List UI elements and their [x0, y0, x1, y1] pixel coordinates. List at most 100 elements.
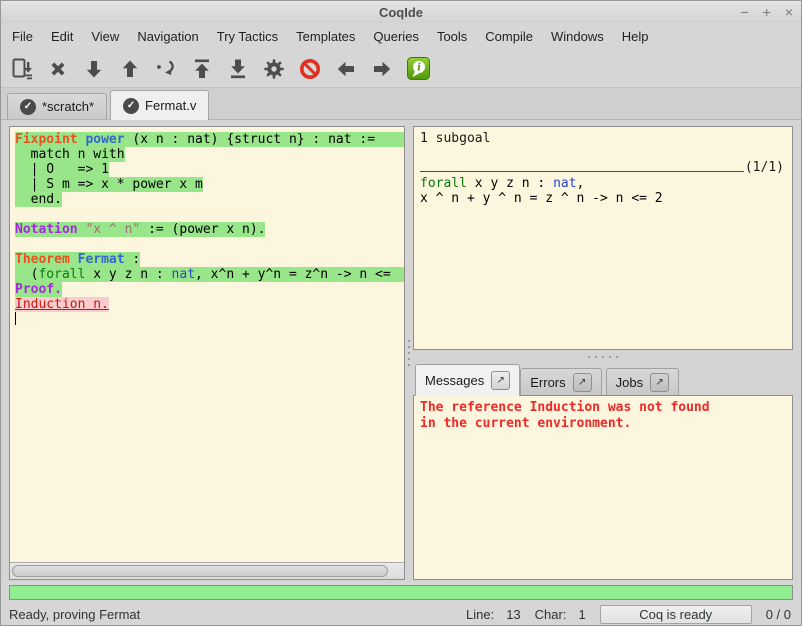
fully-check-button[interactable]: [259, 54, 289, 84]
code-editor[interactable]: Fixpoint power (x n : nat) {struct n} : …: [10, 127, 404, 562]
tab-label: Errors: [530, 375, 565, 390]
step-forward-button[interactable]: [79, 54, 109, 84]
line-label: Line:: [466, 607, 494, 622]
tab-label: *scratch*: [42, 99, 94, 114]
window-controls: − + ×: [740, 1, 793, 23]
step-backward-button[interactable]: [115, 54, 145, 84]
save-icon: [10, 57, 34, 81]
menu-compile[interactable]: Compile: [476, 23, 542, 50]
restart-button[interactable]: [187, 54, 217, 84]
tab-label: Messages: [425, 373, 484, 388]
code-line: match n with: [15, 147, 404, 162]
code-line: end.: [15, 192, 404, 207]
message-tab-bar: Messages ↗ Errors ↗ Jobs ↗: [413, 363, 793, 395]
line-number: 13: [506, 607, 520, 622]
menu-templates[interactable]: Templates: [287, 23, 364, 50]
left-arrow-icon: [334, 57, 358, 81]
menu-tools[interactable]: Tools: [428, 23, 476, 50]
detach-icon[interactable]: ↗: [573, 373, 592, 392]
next-occurrence-button[interactable]: [367, 54, 397, 84]
code-line: [15, 237, 404, 252]
code-line: [15, 312, 404, 327]
goal-counter: (1/1): [745, 160, 784, 175]
tab-label: Jobs: [616, 375, 643, 390]
right-column: 1 subgoal (1/1) forall x y z n : nat,x ^…: [413, 126, 793, 580]
close-buffer-button[interactable]: [43, 54, 73, 84]
close-icon: [46, 57, 70, 81]
go-to-end-button[interactable]: [223, 54, 253, 84]
menu-windows[interactable]: Windows: [542, 23, 613, 50]
messages-notebook: Messages ↗ Errors ↗ Jobs ↗ The reference…: [413, 363, 793, 580]
message-line: The reference Induction was not found: [420, 400, 786, 416]
toolbar: i: [1, 50, 801, 88]
code-line: Theorem Fermat :: [15, 252, 404, 267]
coqide-window: { "window": { "title": "CoqIde" }, "menu…: [0, 0, 802, 626]
check-icon: ✓: [123, 98, 139, 114]
svg-text:i: i: [417, 62, 421, 73]
go-to-cursor-icon: [154, 57, 178, 81]
message-line: in the current environment.: [420, 416, 786, 432]
job-counter: 0 / 0: [766, 607, 791, 622]
menu-edit[interactable]: Edit: [42, 23, 82, 50]
code-line: | S m => x * power x m: [15, 177, 404, 192]
goals-panel[interactable]: 1 subgoal (1/1) forall x y z n : nat,x ^…: [413, 126, 793, 350]
goal-lines: forall x y z n : nat,x ^ n + y ^ n = z ^…: [420, 176, 786, 206]
check-icon: ✓: [20, 99, 36, 115]
code-line: x ^ n + y ^ n = z ^ n -> n <= 2: [420, 191, 786, 206]
char-number: 1: [578, 607, 585, 622]
window-title: CoqIde: [379, 5, 423, 20]
code-line: Proof.: [15, 282, 404, 297]
code-line: Induction n.: [15, 297, 404, 312]
text-cursor: [15, 312, 16, 325]
progress-bar: [9, 585, 793, 600]
status-bar: Ready, proving Fermat Line: 13 Char: 1 C…: [1, 603, 801, 625]
horizontal-splitter[interactable]: [413, 350, 793, 363]
tab-jobs[interactable]: Jobs ↗: [606, 368, 679, 395]
code-line: (forall x y z n : nat, x^n + y^n = z^n -…: [15, 267, 404, 282]
separator-line: [420, 171, 744, 172]
tab-errors[interactable]: Errors ↗: [520, 368, 601, 395]
stop-icon: [298, 57, 322, 81]
tab-messages[interactable]: Messages ↗: [415, 364, 520, 396]
save-button[interactable]: [7, 54, 37, 84]
tab-scratch[interactable]: ✓ *scratch*: [7, 93, 107, 119]
go-to-start-icon: [190, 57, 214, 81]
menu-navigation[interactable]: Navigation: [128, 23, 207, 50]
tab-label: Fermat.v: [145, 98, 196, 113]
detach-icon[interactable]: ↗: [491, 371, 510, 390]
horizontal-scrollbar[interactable]: [10, 562, 404, 579]
detach-icon[interactable]: ↗: [650, 373, 669, 392]
menu-try-tactics[interactable]: Try Tactics: [208, 23, 287, 50]
status-message: Ready, proving Fermat: [9, 607, 140, 622]
close-window-icon[interactable]: ×: [785, 1, 793, 23]
code-line: Notation "x ^ n" := (power x n).: [15, 222, 404, 237]
vertical-splitter[interactable]: [405, 126, 413, 580]
tab-bar: ✓ *scratch* ✓ Fermat.v: [1, 88, 801, 120]
subgoal-count: 1 subgoal: [420, 131, 786, 146]
previous-occurrence-button[interactable]: [331, 54, 361, 84]
interrupt-button[interactable]: [295, 54, 325, 84]
about-button[interactable]: i: [403, 54, 433, 84]
menu-help[interactable]: Help: [613, 23, 658, 50]
go-to-cursor-button[interactable]: [151, 54, 181, 84]
minimize-icon[interactable]: −: [740, 1, 748, 23]
right-arrow-icon: [370, 57, 394, 81]
messages-panel[interactable]: The reference Induction was not foundin …: [413, 395, 793, 580]
scrollbar-thumb[interactable]: [12, 565, 388, 577]
code-line: [15, 207, 404, 222]
down-arrow-icon: [82, 57, 106, 81]
script-pane: Fixpoint power (x n : nat) {struct n} : …: [9, 126, 405, 580]
titlebar[interactable]: CoqIde − + ×: [1, 1, 801, 23]
menu-bar: FileEditViewNavigationTry TacticsTemplat…: [1, 23, 801, 50]
tab-fermat[interactable]: ✓ Fermat.v: [110, 90, 209, 120]
char-label: Char:: [535, 607, 567, 622]
progress-area: [1, 582, 801, 603]
code-line: forall x y z n : nat,: [420, 176, 786, 191]
info-icon: i: [407, 57, 430, 80]
menu-file[interactable]: File: [3, 23, 42, 50]
maximize-icon[interactable]: +: [763, 1, 771, 23]
menu-queries[interactable]: Queries: [364, 23, 428, 50]
menu-view[interactable]: View: [82, 23, 128, 50]
goal-separator: (1/1): [420, 160, 784, 175]
main-area: Fixpoint power (x n : nat) {struct n} : …: [1, 120, 801, 582]
